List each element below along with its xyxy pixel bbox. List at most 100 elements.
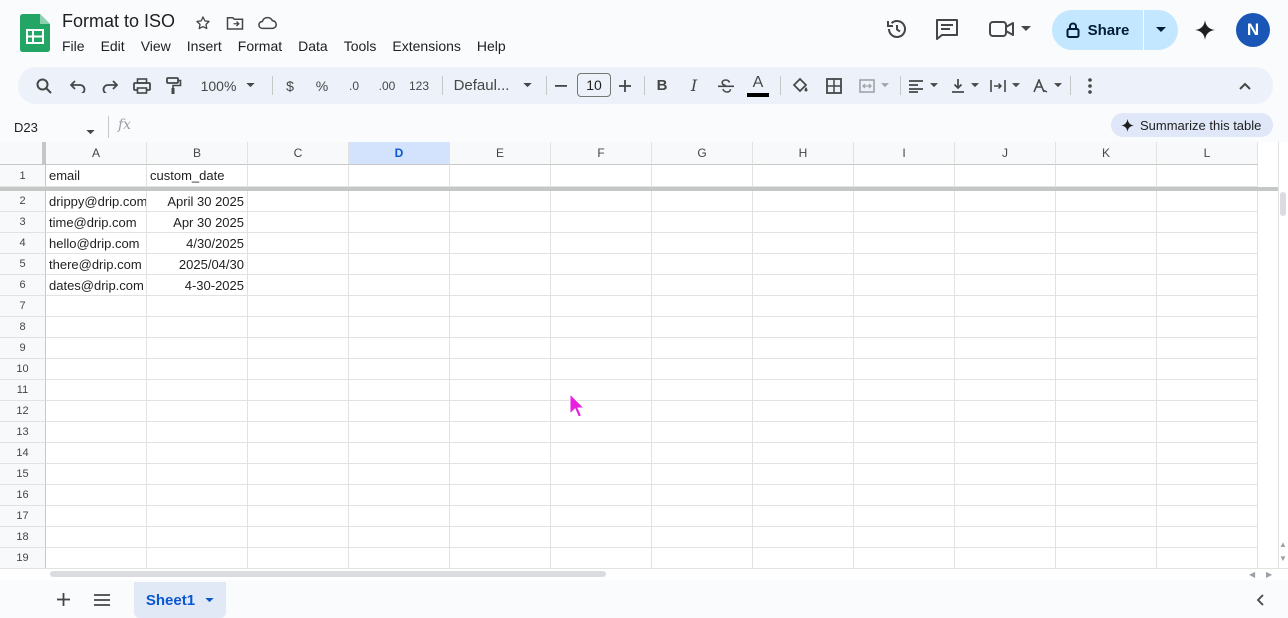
cell-e2[interactable] bbox=[450, 191, 551, 212]
text-wrapping-button[interactable] bbox=[986, 67, 1024, 104]
cell-i11[interactable] bbox=[854, 380, 955, 401]
row-header-1[interactable]: 1 bbox=[0, 165, 46, 187]
cell-i19[interactable] bbox=[854, 548, 955, 568]
cell-j18[interactable] bbox=[955, 527, 1056, 548]
cell-a1[interactable]: email bbox=[46, 165, 147, 187]
paint-format-icon[interactable] bbox=[162, 67, 186, 104]
cell-i15[interactable] bbox=[854, 464, 955, 485]
cell-f17[interactable] bbox=[551, 506, 652, 527]
cell-d15[interactable] bbox=[349, 464, 450, 485]
cell-g14[interactable] bbox=[652, 443, 753, 464]
cell-d19[interactable] bbox=[349, 548, 450, 568]
cell-f14[interactable] bbox=[551, 443, 652, 464]
font-size-input[interactable]: 10 bbox=[577, 73, 611, 97]
row-header-12[interactable]: 12 bbox=[0, 401, 46, 422]
cell-a2[interactable]: drippy@drip.com bbox=[46, 191, 147, 212]
cell-c14[interactable] bbox=[248, 443, 349, 464]
cell-k17[interactable] bbox=[1056, 506, 1157, 527]
cell-g11[interactable] bbox=[652, 380, 753, 401]
cell-e17[interactable] bbox=[450, 506, 551, 527]
cell-a15[interactable] bbox=[46, 464, 147, 485]
cell-k13[interactable] bbox=[1056, 422, 1157, 443]
cell-i13[interactable] bbox=[854, 422, 955, 443]
cell-k8[interactable] bbox=[1056, 317, 1157, 338]
row-header-5[interactable]: 5 bbox=[0, 254, 46, 275]
cell-e15[interactable] bbox=[450, 464, 551, 485]
cell-f2[interactable] bbox=[551, 191, 652, 212]
cell-b4[interactable]: 4/30/2025 bbox=[147, 233, 248, 254]
cell-c17[interactable] bbox=[248, 506, 349, 527]
redo-icon[interactable] bbox=[98, 67, 122, 104]
cell-j10[interactable] bbox=[955, 359, 1056, 380]
column-header-f[interactable]: F bbox=[551, 142, 652, 165]
cell-g17[interactable] bbox=[652, 506, 753, 527]
cell-a10[interactable] bbox=[46, 359, 147, 380]
cell-h11[interactable] bbox=[753, 380, 854, 401]
cell-b8[interactable] bbox=[147, 317, 248, 338]
cell-b15[interactable] bbox=[147, 464, 248, 485]
row-header-19[interactable]: 19 bbox=[0, 548, 46, 568]
cell-i1[interactable] bbox=[854, 165, 955, 187]
cell-i3[interactable] bbox=[854, 212, 955, 233]
cell-l11[interactable] bbox=[1157, 380, 1258, 401]
column-header-j[interactable]: J bbox=[955, 142, 1056, 165]
cell-j2[interactable] bbox=[955, 191, 1056, 212]
column-header-i[interactable]: I bbox=[854, 142, 955, 165]
more-formats-button[interactable]: 123 bbox=[406, 67, 432, 104]
cell-g8[interactable] bbox=[652, 317, 753, 338]
cell-i18[interactable] bbox=[854, 527, 955, 548]
cell-h3[interactable] bbox=[753, 212, 854, 233]
row-header-11[interactable]: 11 bbox=[0, 380, 46, 401]
cell-h6[interactable] bbox=[753, 275, 854, 296]
scroll-down-arrow-icon[interactable]: ▼ bbox=[1279, 554, 1287, 563]
cell-h13[interactable] bbox=[753, 422, 854, 443]
print-icon[interactable] bbox=[130, 67, 154, 104]
cell-c16[interactable] bbox=[248, 485, 349, 506]
menu-file[interactable]: File bbox=[54, 36, 93, 56]
cell-l4[interactable] bbox=[1157, 233, 1258, 254]
cell-k15[interactable] bbox=[1056, 464, 1157, 485]
cell-g13[interactable] bbox=[652, 422, 753, 443]
cell-l10[interactable] bbox=[1157, 359, 1258, 380]
cell-j15[interactable] bbox=[955, 464, 1056, 485]
cell-b14[interactable] bbox=[147, 443, 248, 464]
cell-c11[interactable] bbox=[248, 380, 349, 401]
cell-c7[interactable] bbox=[248, 296, 349, 317]
cell-e5[interactable] bbox=[450, 254, 551, 275]
version-history-icon[interactable] bbox=[884, 12, 910, 46]
cell-j4[interactable] bbox=[955, 233, 1056, 254]
cell-e12[interactable] bbox=[450, 401, 551, 422]
spreadsheet-grid[interactable]: A B C D E F G H I J K L 1 2 3 4 5 6 7 8 9 10 11 12 13 14 15 16 17 18 1… bbox=[0, 142, 1278, 568]
sheet-tab-sheet1[interactable]: Sheet1 bbox=[134, 582, 226, 618]
cell-f8[interactable] bbox=[551, 317, 652, 338]
cell-l14[interactable] bbox=[1157, 443, 1258, 464]
cell-e1[interactable] bbox=[450, 165, 551, 187]
cell-c13[interactable] bbox=[248, 422, 349, 443]
cell-g10[interactable] bbox=[652, 359, 753, 380]
cell-c10[interactable] bbox=[248, 359, 349, 380]
cell-i10[interactable] bbox=[854, 359, 955, 380]
cell-l3[interactable] bbox=[1157, 212, 1258, 233]
cell-i8[interactable] bbox=[854, 317, 955, 338]
cell-h15[interactable] bbox=[753, 464, 854, 485]
scroll-up-arrow-icon[interactable]: ▲ bbox=[1279, 540, 1287, 549]
cell-l16[interactable] bbox=[1157, 485, 1258, 506]
sheets-logo-icon[interactable] bbox=[20, 14, 50, 52]
cell-g1[interactable] bbox=[652, 165, 753, 187]
cell-l7[interactable] bbox=[1157, 296, 1258, 317]
row-header-2[interactable]: 2 bbox=[0, 191, 46, 212]
vertical-scroll-thumb[interactable] bbox=[1280, 192, 1286, 216]
cell-l6[interactable] bbox=[1157, 275, 1258, 296]
menu-format[interactable]: Format bbox=[230, 36, 290, 56]
strikethrough-icon[interactable] bbox=[714, 67, 738, 104]
meet-button[interactable] bbox=[986, 12, 1034, 46]
cell-d1[interactable] bbox=[349, 165, 450, 187]
cell-h7[interactable] bbox=[753, 296, 854, 317]
increase-decimal-button[interactable]: .00 bbox=[374, 67, 400, 104]
zoom-select[interactable]: 100% bbox=[194, 67, 262, 104]
share-button[interactable]: Share bbox=[1052, 10, 1178, 50]
cell-d12[interactable] bbox=[349, 401, 450, 422]
cell-d13[interactable] bbox=[349, 422, 450, 443]
cell-f11[interactable] bbox=[551, 380, 652, 401]
cell-f10[interactable] bbox=[551, 359, 652, 380]
